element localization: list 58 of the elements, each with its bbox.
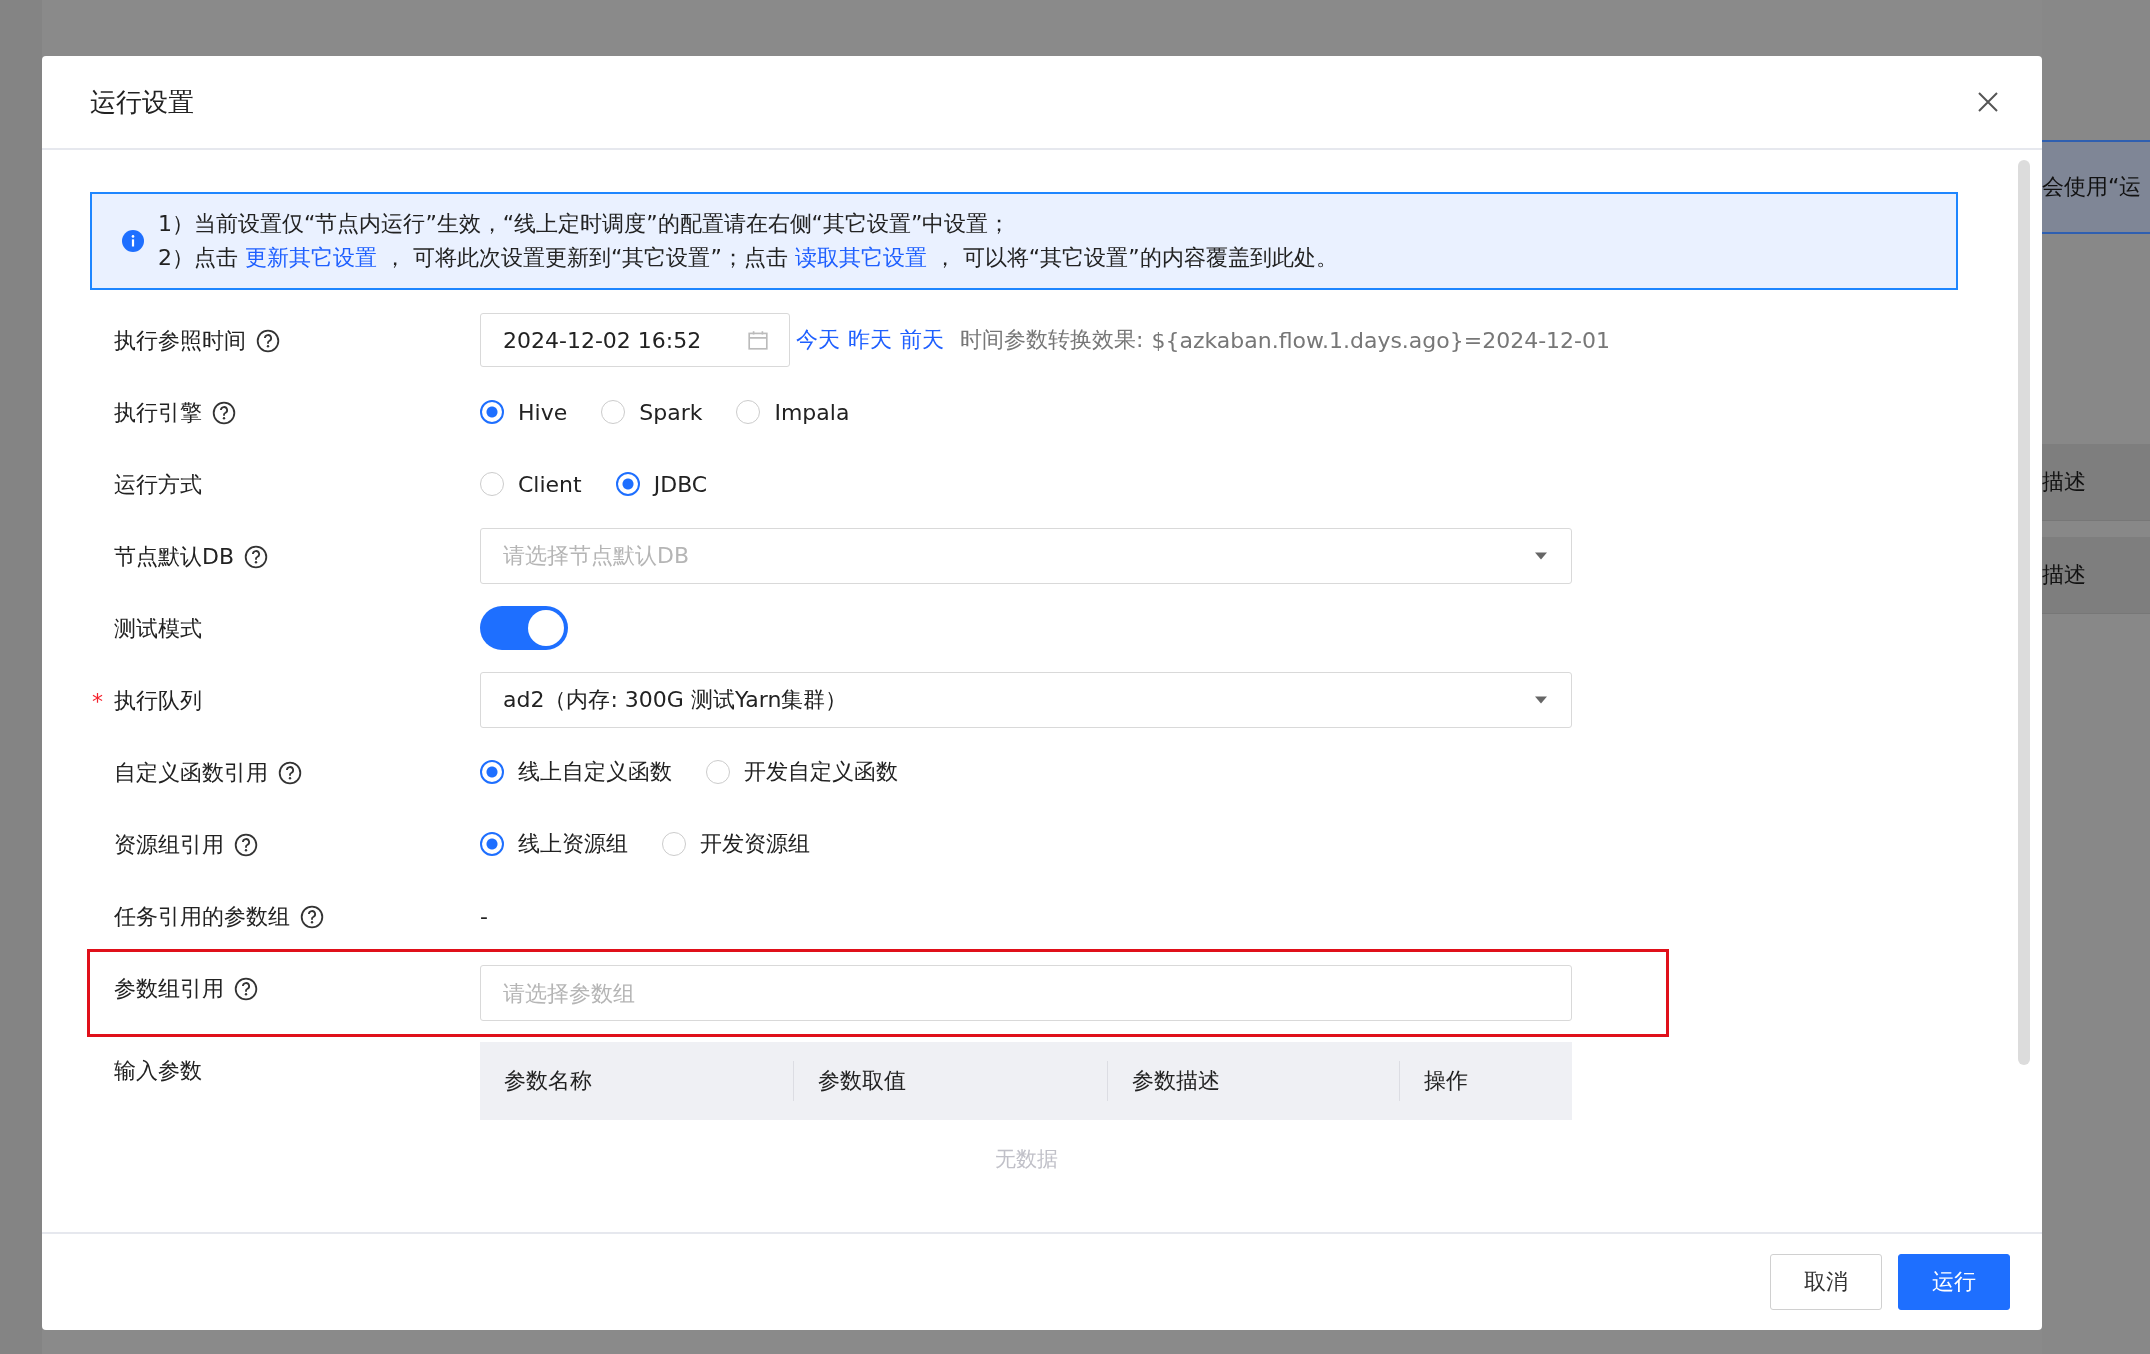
field-label: 执行参照时间 — [114, 327, 246, 355]
field-label: 执行队列 — [114, 687, 202, 715]
toggle-switch[interactable] — [480, 606, 568, 650]
column-header: 操作 — [1423, 1067, 1469, 1095]
field-label: 运行方式 — [114, 471, 202, 499]
table-cell: 描述 — [2042, 537, 2150, 614]
help-icon[interactable] — [212, 401, 236, 425]
date-shortcut-link[interactable]: 今天 — [796, 325, 840, 355]
field-label: 参数组引用 — [114, 975, 224, 1003]
hint-value: ${azkaban.flow.1.days.ago}=2024-12-01 — [1151, 327, 1611, 353]
date-shortcut-link[interactable]: 昨天 — [848, 325, 892, 355]
radio-option[interactable]: Client — [480, 471, 582, 497]
radio-option[interactable]: Spark — [601, 399, 703, 425]
field-label: 节点默认DB — [114, 543, 235, 571]
select-field[interactable]: ad2（内存: 300G 测试Yarn集群） — [480, 672, 1572, 728]
radio-option[interactable]: 开发资源组 — [662, 829, 810, 859]
field-label: 资源组引用 — [114, 831, 224, 859]
radio-option[interactable]: JDBC — [615, 471, 708, 497]
column-header: 参数描述 — [1108, 1061, 1400, 1101]
field-label: 输入参数 — [114, 1057, 202, 1085]
date-field[interactable]: 2024-12-02 16:52 — [480, 313, 790, 367]
close-icon[interactable] — [1976, 90, 2000, 114]
info-text: 2）点击 更新其它设置 ， 可将此次设置更新到“其它设置”；点击 读取其它设置 ， 可以将“其它设置”的内容覆盖到此处。 — [158, 244, 1338, 272]
help-icon[interactable] — [256, 329, 280, 353]
column-header: 参数名称 — [480, 1061, 794, 1101]
input-field[interactable]: 请选择参数组 — [480, 965, 1572, 1021]
caret-icon[interactable] — [1535, 552, 1547, 560]
radio-option[interactable]: Hive — [480, 399, 568, 425]
link[interactable]: 读取其它设置 — [794, 245, 927, 270]
field-value: - — [480, 903, 488, 929]
radio-option[interactable]: 开发自定义函数 — [706, 757, 898, 787]
radio-option[interactable]: 线上自定义函数 — [480, 757, 672, 787]
caret-icon[interactable] — [1535, 696, 1547, 704]
date-shortcut-link[interactable]: 前天 — [900, 325, 944, 355]
hint-label: 时间参数转换效果: — [960, 326, 1144, 354]
radio-option[interactable]: Impala — [736, 399, 850, 425]
cancel-button[interactable]: 取消 — [1770, 1254, 1882, 1310]
field-label: 执行引擎 — [114, 399, 202, 427]
help-icon[interactable] — [300, 905, 324, 929]
field-label: 自定义函数引用 — [114, 759, 268, 787]
info-icon — [122, 230, 144, 252]
help-icon[interactable] — [234, 833, 258, 857]
column-header: 参数取值 — [794, 1061, 1108, 1101]
help-icon[interactable] — [244, 545, 269, 569]
field-label: 测试模式 — [114, 615, 202, 643]
dialog-title: 运行设置 — [90, 85, 194, 119]
info-text: 1）当前设置仅“节点内运行”生效，“线上定时调度”的配置请在右侧“其它设置”中设置； — [158, 210, 1012, 238]
table-cell: 描述 — [2042, 444, 2150, 521]
field-label: 任务引用的参数组 — [114, 903, 290, 931]
empty-text: 无数据 — [994, 1146, 1058, 1173]
link[interactable]: 更新其它设置 — [245, 245, 377, 270]
required-mark: * — [92, 688, 103, 714]
radio-option[interactable]: 线上资源组 — [480, 829, 628, 859]
notice-text: 会使用“运 — [2042, 173, 2142, 201]
primary-button[interactable]: 运行 — [1898, 1254, 2010, 1310]
help-icon[interactable] — [234, 977, 258, 1001]
help-icon[interactable] — [278, 761, 302, 785]
scrollbar[interactable] — [2018, 160, 2030, 1065]
